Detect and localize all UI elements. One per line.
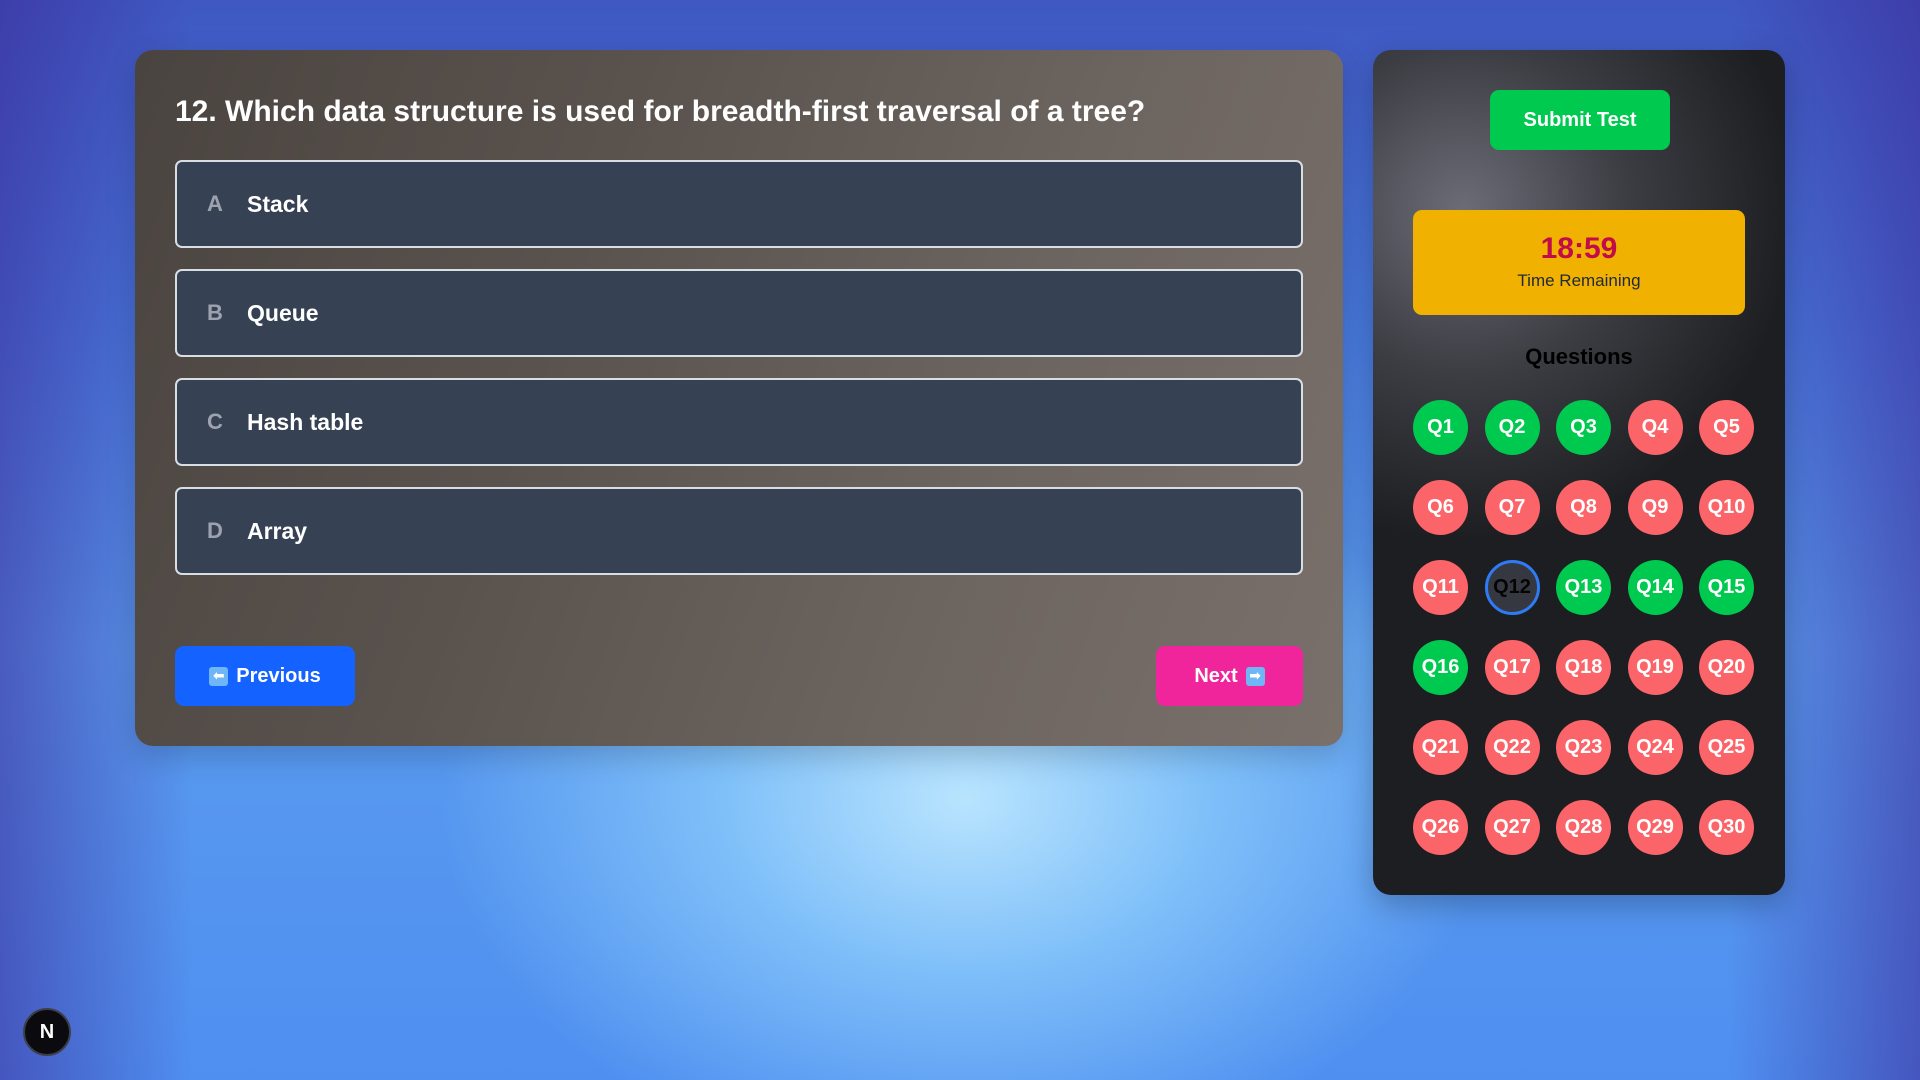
framework-badge-icon[interactable]: N: [23, 1008, 71, 1056]
question-nav-button[interactable]: Q11: [1413, 560, 1468, 615]
question-title: 12. Which data structure is used for bre…: [175, 95, 1146, 128]
question-nav-button[interactable]: Q9: [1627, 480, 1683, 535]
question-nav-button[interactable]: Q29: [1627, 800, 1683, 855]
question-nav-button[interactable]: Q4: [1627, 400, 1683, 455]
timer-value: 18:59: [1540, 232, 1618, 265]
option-letter: B: [207, 300, 223, 325]
next-button[interactable]: Next ➡: [1156, 646, 1303, 706]
question-nav-button[interactable]: Q12: [1484, 560, 1540, 615]
badge-letter: N: [39, 1020, 55, 1043]
submit-test-button[interactable]: Submit Test: [1490, 90, 1670, 150]
next-button-label: Next: [1194, 664, 1238, 687]
option-letter: A: [207, 191, 223, 216]
arrow-right-icon: ➡: [1245, 666, 1265, 686]
option-c[interactable]: C Hash table: [175, 378, 1303, 466]
question-card: 12. Which data structure is used for bre…: [135, 50, 1343, 746]
option-letter: C: [207, 409, 223, 434]
question-nav-button[interactable]: Q22: [1484, 720, 1540, 775]
option-text: Hash table: [247, 408, 364, 435]
timer-label: Time Remaining: [1517, 271, 1641, 290]
question-nav-button[interactable]: Q27: [1484, 800, 1540, 855]
arrow-left-icon: ⬅: [209, 666, 229, 686]
question-nav-button[interactable]: Q17: [1484, 640, 1540, 695]
question-nav-button[interactable]: Q19: [1627, 640, 1683, 695]
question-nav-button[interactable]: Q14: [1627, 560, 1683, 615]
question-nav-button[interactable]: Q2: [1484, 400, 1540, 455]
question-nav-button[interactable]: Q10: [1699, 480, 1754, 535]
option-d[interactable]: D Array: [175, 487, 1303, 575]
question-nav-button[interactable]: Q16: [1413, 640, 1468, 695]
question-nav-button[interactable]: Q28: [1556, 800, 1611, 855]
question-nav-button[interactable]: Q25: [1699, 720, 1754, 775]
options-list: A Stack B Queue C Hash table D Array: [175, 160, 1303, 596]
question-nav-button[interactable]: Q20: [1699, 640, 1754, 695]
question-nav-button[interactable]: Q24: [1627, 720, 1683, 775]
option-b[interactable]: B Queue: [175, 269, 1303, 357]
option-letter: D: [207, 518, 223, 543]
timer: 18:59 Time Remaining: [1413, 210, 1745, 315]
question-nav-button[interactable]: Q13: [1556, 560, 1611, 615]
question-nav-button[interactable]: Q1: [1413, 400, 1468, 455]
question-nav-button[interactable]: Q15: [1699, 560, 1754, 615]
question-nav-button[interactable]: Q6: [1413, 480, 1468, 535]
question-nav-button[interactable]: Q7: [1484, 480, 1540, 535]
question-nav-button[interactable]: Q30: [1699, 800, 1754, 855]
question-nav-button[interactable]: Q18: [1556, 640, 1611, 695]
question-nav-button[interactable]: Q3: [1556, 400, 1611, 455]
question-navigator-panel: Submit Test 18:59 Time Remaining Questio…: [1373, 50, 1785, 895]
option-text: Array: [247, 517, 308, 544]
option-text: Stack: [247, 190, 309, 217]
questions-heading: Questions: [1525, 344, 1633, 369]
question-nav-button[interactable]: Q23: [1556, 720, 1611, 775]
question-nav-button[interactable]: Q21: [1413, 720, 1468, 775]
question-grid: Q1 Q2 Q3 Q4 Q5 Q6 Q7 Q8 Q9 Q10 Q11 Q12 Q13 Q14 Q15 Q16 Q…: [1413, 400, 1754, 855]
question-nav-button[interactable]: Q5: [1699, 400, 1754, 455]
previous-button-label: Previous: [236, 664, 321, 687]
question-nav-button[interactable]: Q26: [1413, 800, 1468, 855]
question-nav-button[interactable]: Q8: [1556, 480, 1611, 535]
previous-button[interactable]: ⬅ Previous: [175, 646, 355, 706]
option-text: Queue: [247, 299, 319, 326]
option-a[interactable]: A Stack: [175, 160, 1303, 248]
